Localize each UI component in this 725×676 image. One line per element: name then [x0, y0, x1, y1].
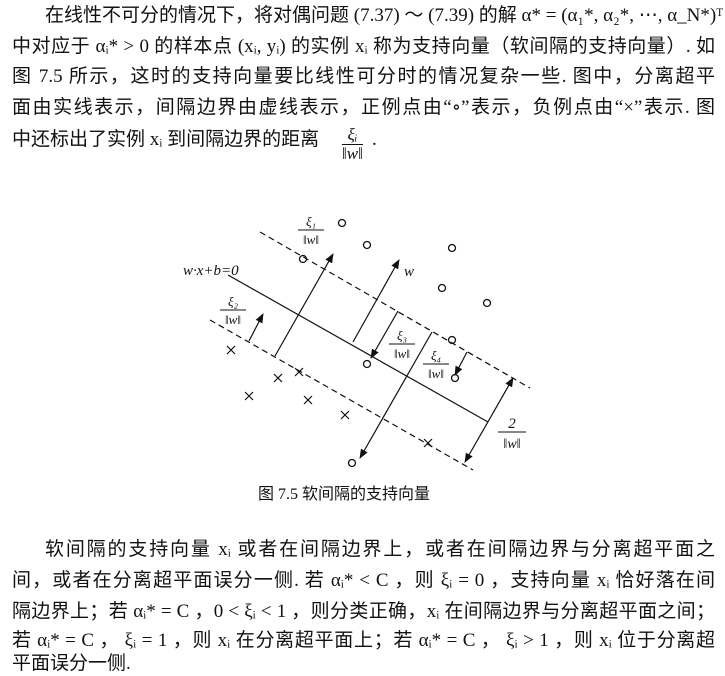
- positive-point: [362, 240, 372, 250]
- negative-point: [273, 373, 283, 383]
- xi1-arrow: [274, 253, 334, 357]
- xi4-label: ξ₄ ‖w‖: [423, 348, 449, 381]
- text-line: 若 αᵢ* = C ， ξᵢ = 1 ，则 xᵢ 在分离超平面上；若 αᵢ* =…: [12, 630, 715, 651]
- w-arrow: [352, 259, 400, 343]
- w-label: w: [404, 264, 414, 280]
- positive-point: [362, 359, 372, 369]
- negative-point: [303, 395, 313, 405]
- hyperplane-label: w·x+b=0: [183, 263, 239, 279]
- xi4-arrow: [454, 351, 468, 376]
- xi3-den: ‖w‖: [394, 346, 410, 361]
- negative-points: [226, 345, 433, 448]
- positive-points: [298, 218, 492, 468]
- positive-point: [447, 243, 457, 253]
- negative-point: [423, 438, 433, 448]
- positive-point: [347, 458, 357, 468]
- text-line: 软间隔的支持向量 xᵢ 或者在间隔边界上，或者在间隔边界与分离超平面之: [45, 539, 715, 560]
- text-line: 平面误分一侧.: [12, 653, 131, 674]
- xi2-num: ξ₂: [228, 294, 239, 309]
- positive-point: [298, 254, 308, 264]
- negative-point: [340, 410, 350, 420]
- figure-caption: 图 7.5 软间隔的支持向量: [258, 486, 431, 503]
- negative-point: [244, 391, 254, 401]
- xi3-num: ξ₃: [397, 328, 407, 343]
- positive-point: [337, 218, 347, 228]
- xi2-arrow: [248, 313, 264, 342]
- margin-width-label: 2 ‖w‖: [498, 416, 526, 452]
- xi1-label: ξ₁ ‖w‖: [298, 214, 324, 247]
- xi4-num: ξ₄: [431, 348, 442, 363]
- xi2-den: ‖w‖: [225, 312, 241, 327]
- negative-point: [226, 345, 236, 355]
- separating-hyperplane: [227, 274, 489, 423]
- margin-den: ‖w‖: [503, 437, 520, 452]
- text-line: 隔边界上；若 αᵢ* = C ，0 < ξᵢ < 1 ，则分类正确，xᵢ 在间隔…: [12, 601, 715, 622]
- positive-point: [482, 298, 492, 308]
- positive-point: [450, 373, 460, 383]
- xi1-den: ‖w‖: [303, 232, 319, 247]
- xi1-num: ξ₁: [306, 214, 316, 229]
- text-line: 间，或者在分离超平面误分一侧. 若 αᵢ* < C ，则 ξᵢ = 0 ，支持向…: [12, 570, 715, 591]
- xi3-label: ξ₃ ‖w‖: [389, 328, 415, 361]
- xi2-label: ξ₂ ‖w‖: [220, 294, 246, 327]
- positive-point: [437, 283, 447, 293]
- xi4-den: ‖w‖: [428, 366, 444, 381]
- margin-num: 2: [508, 416, 516, 432]
